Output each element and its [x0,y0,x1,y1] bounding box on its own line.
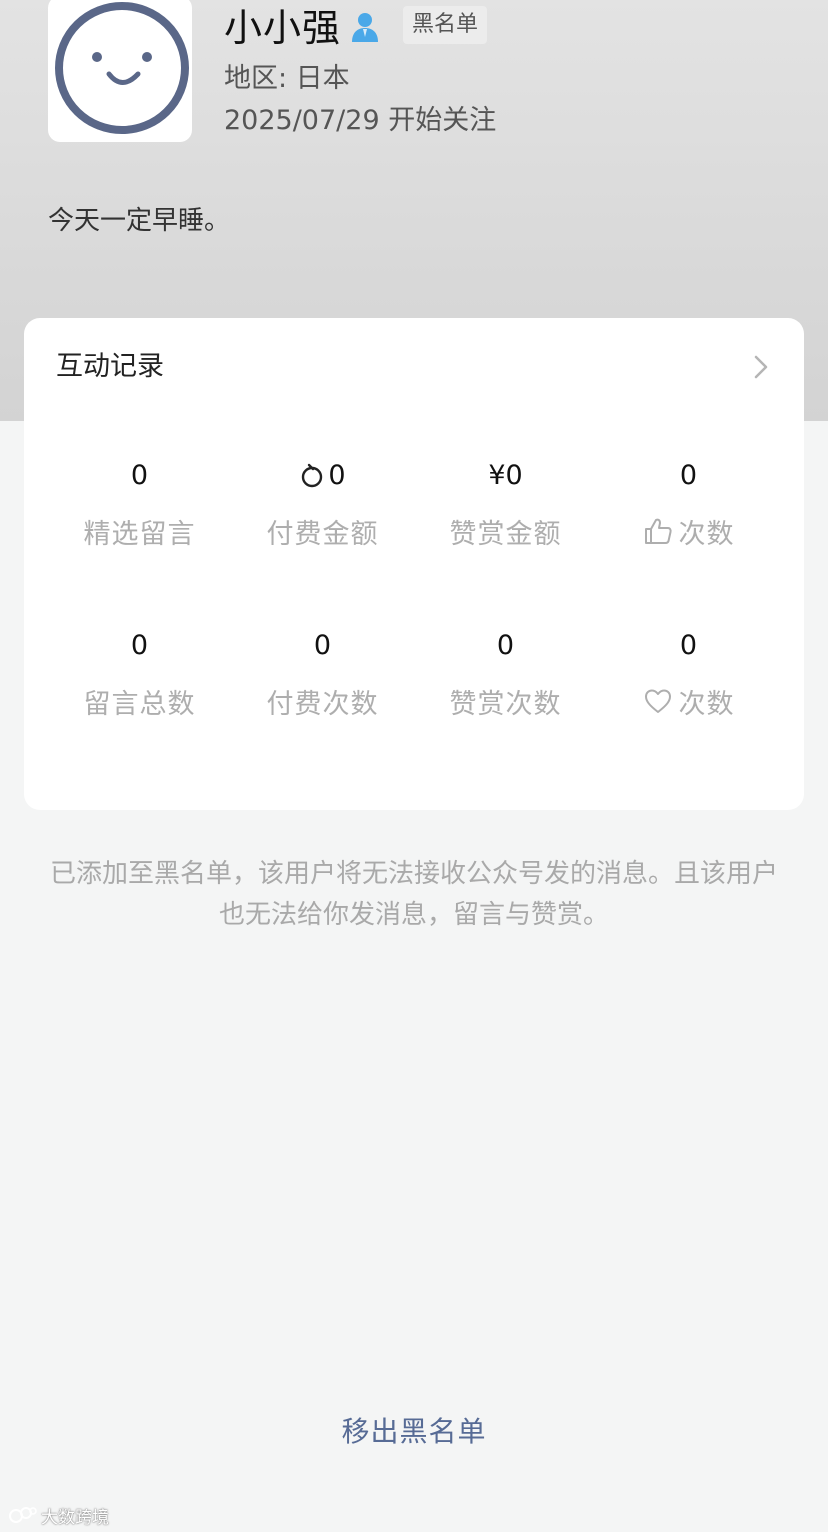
user-person-icon [352,13,378,42]
stat-value: 0 [130,459,149,491]
stat-value-text: 0 [328,459,346,491]
stat-label-text: 留言总数 [83,688,196,720]
stat-value: 0 [496,629,515,661]
chevron-right-icon[interactable] [750,353,772,381]
stat-heart-count: 0 次数 [597,625,780,723]
stat-featured-comments: 0 精选留言 [48,455,231,553]
stat-total-comments: 0 留言总数 [48,625,231,723]
stat-label: 次数 [597,509,780,553]
avatar[interactable] [48,0,192,142]
stat-paid-amount: 0 付费金额 [231,455,414,553]
stat-label: 次数 [597,679,780,723]
user-nickname: 小小强 [224,6,342,50]
interaction-record-card: 互动记录 0 精选留言 0 付费金额 ¥0 赞赏金额 0 次数 0 留言总数 0… [24,318,804,810]
stat-label-text: 次数 [678,518,735,550]
follow-date: 2025/07/29 开始关注 [224,105,497,136]
watermark: 大数跨境 [8,1502,109,1528]
stat-value: ¥0 [488,459,523,491]
stat-label-text: 精选留言 [83,518,196,550]
smiley-face-avatar-icon [55,2,189,134]
stat-value: 0 [679,459,698,491]
stat-label-text: 次数 [678,688,735,720]
stat-paid-count: 0 付费次数 [231,625,414,723]
user-signature: 今天一定早睡。 [48,206,231,236]
watermark-logo-icon [9,1507,37,1523]
blacklist-status-badge: 黑名单 [403,6,488,44]
stat-label: 赞赏金额 [414,509,597,553]
stat-tip-count: 0 赞赏次数 [414,625,597,723]
heart-icon [644,689,671,713]
stat-value: 0 [130,629,149,661]
stat-label-text: 付费金额 [266,518,379,550]
interaction-record-title[interactable]: 互动记录 [56,348,164,386]
notice-line-2: 也无法给你发消息，留言与赞赏。 [218,900,609,930]
stat-label: 赞赏次数 [414,679,597,723]
stat-tip-amount: ¥0 赞赏金额 [414,455,597,553]
blacklist-notice: 已添加至黑名单，该用户将无法接收公众号发的消息。且该用户 也无法给你发消息，留言… [20,854,808,936]
stat-value: 0 [313,629,332,661]
stat-label-text: 赞赏金额 [449,518,562,550]
stat-label-text: 赞赏次数 [449,688,562,720]
stat-like-count: 0 次数 [597,455,780,553]
thumbs-up-icon [644,518,672,544]
user-region: 地区: 日本 [224,63,350,94]
coin-icon [302,463,323,488]
stat-label: 付费金额 [231,509,414,553]
notice-line-1: 已添加至黑名单，该用户将无法接收公众号发的消息。且该用户 [49,859,778,889]
remove-from-blacklist-button[interactable]: 移出黑名单 [0,1412,828,1452]
stat-label: 精选留言 [48,509,231,553]
watermark-text: 大数跨境 [41,1507,109,1528]
stat-value: 0 [679,629,698,661]
stat-label: 留言总数 [48,679,231,723]
stat-label-text: 付费次数 [266,688,379,720]
stat-value: 0 [231,455,414,495]
stat-label: 付费次数 [231,679,414,723]
